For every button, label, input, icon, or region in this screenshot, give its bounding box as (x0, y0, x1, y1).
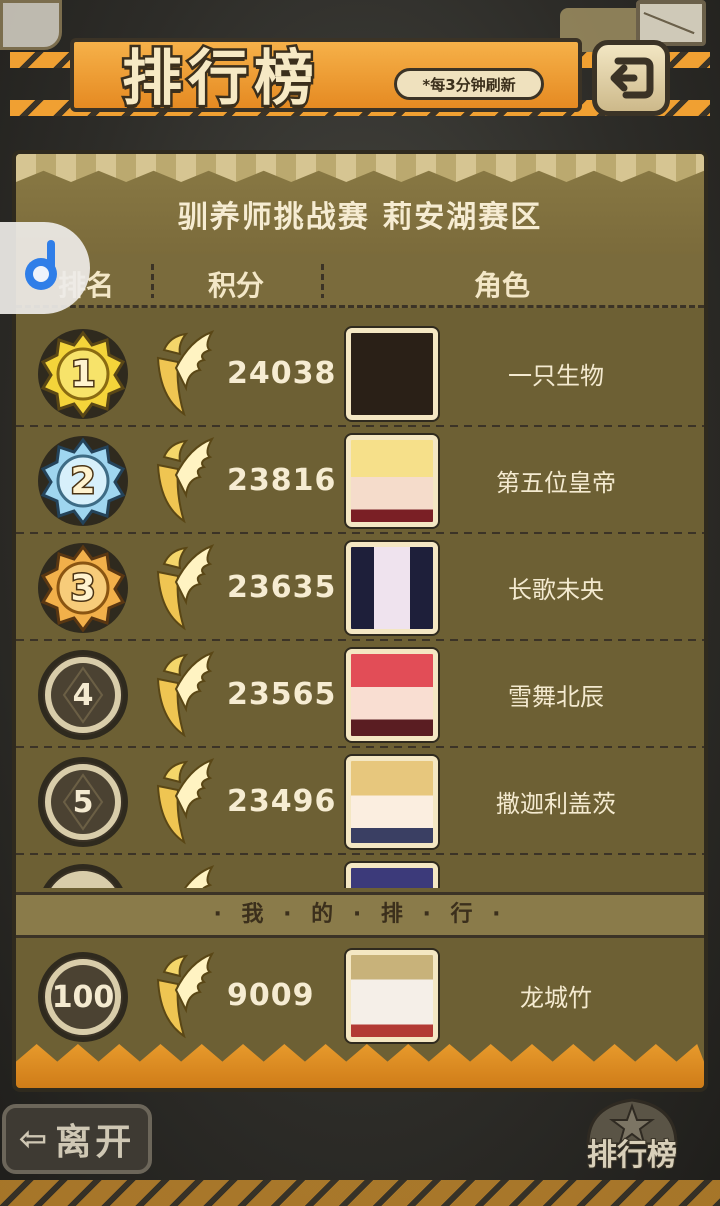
wing-emblem-icon (156, 544, 215, 631)
leave-label: 离开 (55, 1122, 136, 1163)
arrow-left-icon: ⇦ (18, 1119, 52, 1159)
score-value: 24038 (227, 356, 337, 391)
column-divider (151, 264, 154, 298)
rank-medal-gold: 1 (36, 327, 130, 421)
leaderboard-label: 排行榜 (586, 1137, 678, 1174)
rank-number: 5 (72, 784, 94, 820)
rank-medal-plain (36, 862, 130, 888)
column-header-row: 排名 积分 角色 (16, 254, 704, 308)
character-name: 雪舞北辰 (508, 683, 604, 711)
wing-emblem-icon (156, 758, 215, 845)
avatar[interactable] (346, 542, 438, 634)
floating-assistant-button[interactable] (0, 222, 90, 314)
rank-number: 2 (69, 459, 97, 503)
avatar[interactable] (346, 756, 438, 848)
column-character: 角色 (474, 269, 531, 302)
ranking-list[interactable]: 1 24038 一只生物 2 23816 第五位皇帝 3 23635 长歌未央 … (16, 320, 704, 888)
character-name: 龙城竹 (520, 984, 592, 1012)
table-row[interactable]: 3 23635 长歌未央 (16, 534, 704, 641)
rank-number: 1 (69, 352, 97, 396)
avatar[interactable] (346, 649, 438, 741)
table-row[interactable]: 5 23496 撒迦利盖茨 (16, 748, 704, 855)
page-title: 排行榜 (120, 43, 320, 115)
wing-emblem-icon (156, 437, 215, 524)
column-score: 积分 (208, 269, 265, 302)
score-value: 23635 (227, 570, 337, 605)
table-row[interactable]: 1 24038 一只生物 (16, 320, 704, 427)
rank-medal-silver: 2 (36, 434, 130, 528)
my-rank-row[interactable]: 100 9009 龙城竹 (16, 942, 704, 1050)
screen: { "header": { "title": "排行榜", "refresh_n… (0, 0, 720, 1206)
avatar[interactable] (346, 328, 438, 420)
leaderboard-panel: 驯养师挑战赛 莉安湖赛区 排名 积分 角色 1 (12, 150, 708, 1092)
rank-number: 100 (51, 979, 115, 1015)
back-button[interactable] (592, 40, 670, 116)
plain-badge-icon (43, 864, 123, 888)
wing-emblem-icon (156, 651, 215, 738)
wing-emblem-icon (183, 865, 215, 888)
table-row[interactable]: 2 23816 第五位皇帝 (16, 427, 704, 534)
column-divider (321, 264, 324, 298)
character-name: 第五位皇帝 (496, 469, 616, 497)
music-note-icon (25, 240, 57, 290)
wing-emblem-icon (156, 952, 215, 1039)
my-rank-header: · 我 · 的 · 排 · 行 · (16, 892, 704, 938)
score-value: 23496 (227, 784, 337, 819)
board-bottom-trim (16, 1044, 704, 1088)
leaderboard-button[interactable]: 排行榜 (568, 1092, 696, 1182)
refresh-note: *每3分钟刷新 (394, 68, 544, 100)
avatar[interactable] (346, 435, 438, 527)
score-value: 9009 (227, 978, 315, 1013)
player-portrait-corner (0, 0, 62, 50)
score-value: 23816 (227, 463, 337, 498)
score-value: 23565 (227, 677, 337, 712)
wing-emblem-icon (156, 330, 215, 417)
table-row[interactable]: 4 23565 雪舞北辰 (16, 641, 704, 748)
character-name: 长歌未央 (508, 576, 604, 604)
bottom-stripe (0, 1180, 720, 1206)
back-arrow-icon (610, 57, 654, 99)
rank-medal-plain: 100 (36, 950, 130, 1044)
rank-medal-plain: 5 (36, 755, 130, 849)
character-name: 一只生物 (508, 362, 604, 390)
leave-button[interactable]: ⇦ 离开 (2, 1104, 152, 1174)
rank-number: 3 (69, 566, 97, 610)
rank-number: 4 (72, 677, 94, 713)
character-name: 撒迦利盖茨 (496, 790, 616, 818)
rank-medal-bronze: 3 (36, 541, 130, 635)
table-row-partial[interactable] (16, 855, 704, 888)
rank-medal-plain: 4 (36, 648, 130, 742)
avatar[interactable] (346, 863, 438, 888)
avatar[interactable] (346, 950, 438, 1042)
competition-title: 驯养师挑战赛 莉安湖赛区 (177, 200, 543, 235)
